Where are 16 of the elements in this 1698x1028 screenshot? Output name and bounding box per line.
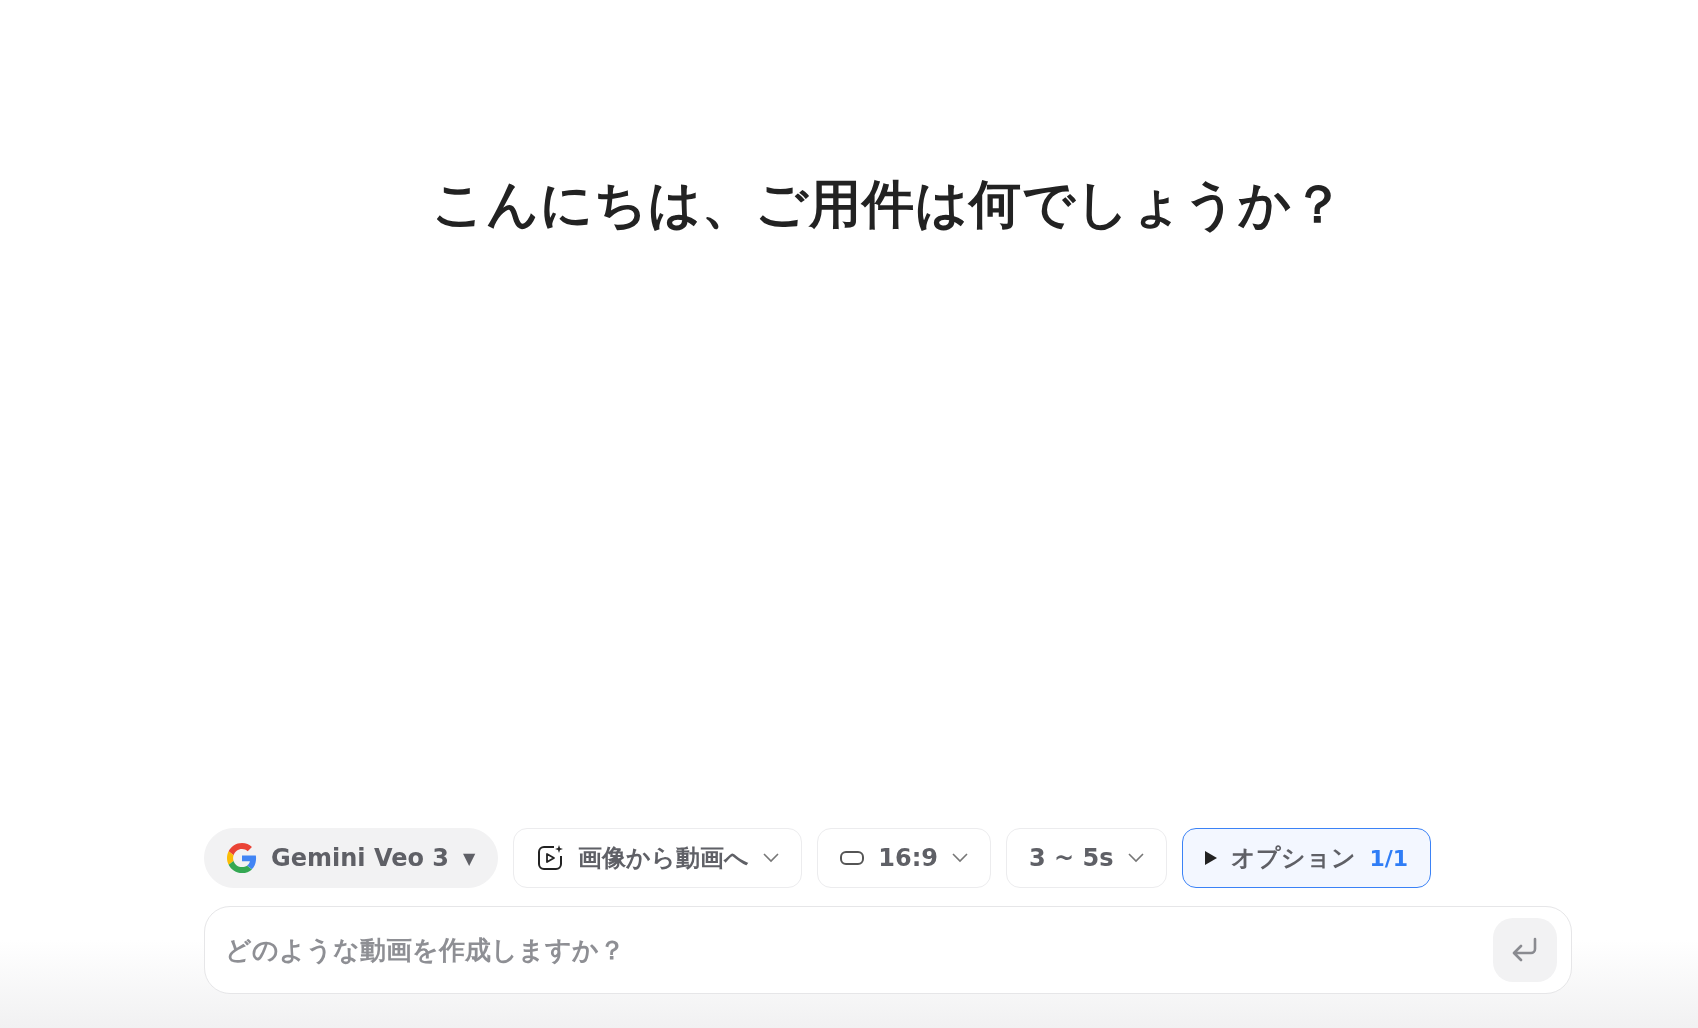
google-logo-icon bbox=[227, 843, 257, 873]
model-selector[interactable]: Gemini Veo 3 ▼ bbox=[204, 828, 499, 888]
greeting-heading: こんにちは、ご用件は何でしょうか？ bbox=[431, 173, 1345, 236]
duration-dropdown[interactable]: 3 ~ 5s bbox=[1006, 828, 1167, 888]
aspect-ratio-dropdown[interactable]: 16:9 bbox=[817, 828, 991, 888]
play-icon bbox=[1204, 851, 1217, 865]
chevron-down-icon bbox=[952, 853, 968, 863]
send-button[interactable] bbox=[1493, 918, 1557, 982]
chevron-down-icon bbox=[1127, 853, 1144, 863]
chevron-down-icon bbox=[763, 853, 780, 863]
options-button[interactable]: オプション 1/1 bbox=[1181, 828, 1432, 888]
mode-dropdown[interactable]: 画像から動画へ bbox=[513, 828, 803, 888]
video-sparkle-icon bbox=[536, 844, 565, 872]
prompt-input[interactable]: どのような動画を作成しますか？ bbox=[223, 934, 1493, 966]
rectangle-icon bbox=[840, 851, 865, 865]
prompt-field[interactable]: どのような動画を作成しますか？ bbox=[204, 906, 1572, 994]
